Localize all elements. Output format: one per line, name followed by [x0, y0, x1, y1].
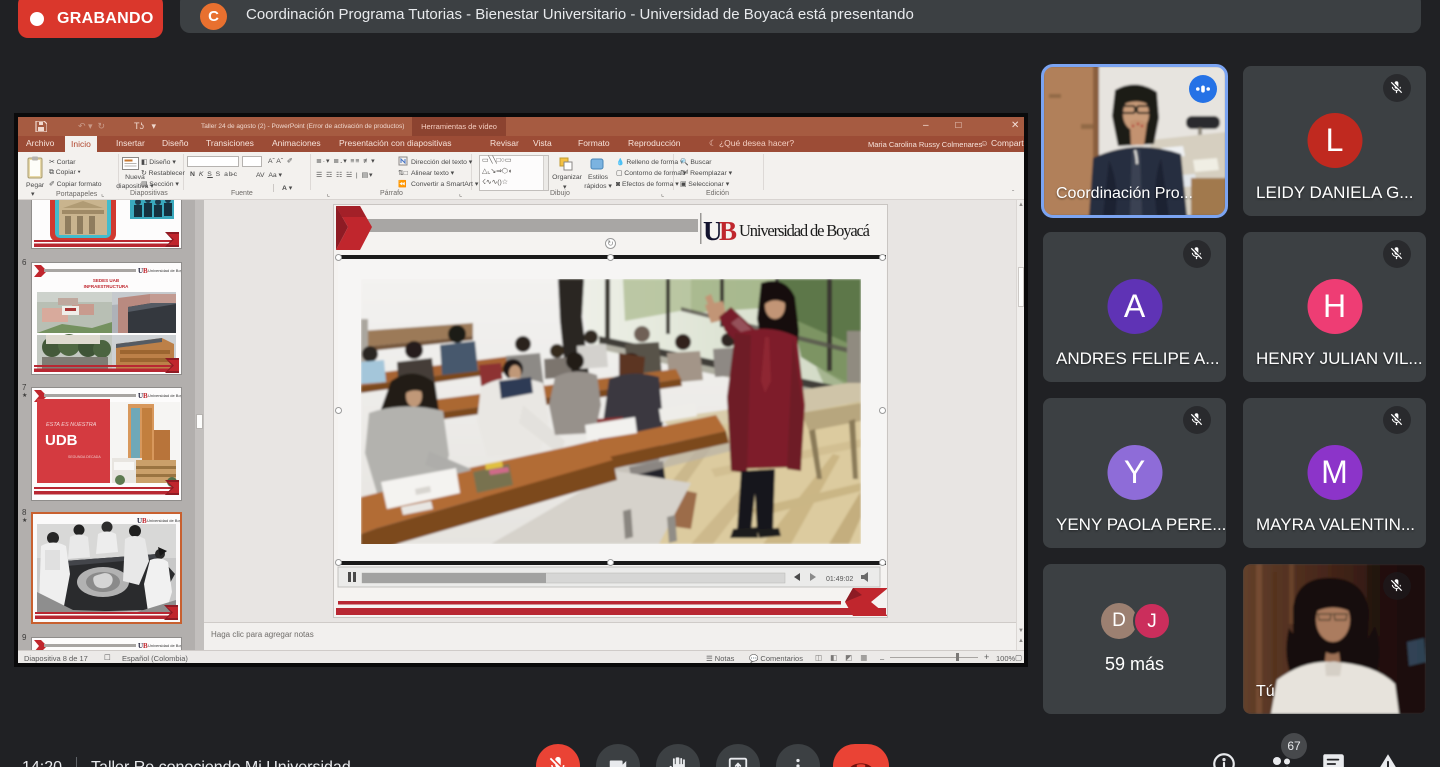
svg-text:UDB: UDB	[45, 432, 78, 449]
svg-text:SEGUNDA DECADA: SEGUNDA DECADA	[68, 455, 101, 459]
svg-text:Universidad de Boyacá: Universidad de Boyacá	[148, 643, 181, 648]
svg-text:SEDES UAB: SEDES UAB	[93, 278, 120, 283]
svg-text:Universidad de Boyacá: Universidad de Boyacá	[739, 221, 871, 240]
svg-text:01:49:02: 01:49:02	[826, 576, 853, 583]
svg-text:Universidad de Boyacá: Universidad de Boyacá	[147, 518, 180, 523]
svg-text:Universidad de Boyacá: Universidad de Boyacá	[148, 393, 181, 398]
svg-text:B: B	[719, 216, 737, 246]
svg-text:ESTA ES NUESTRA: ESTA ES NUESTRA	[46, 422, 97, 428]
svg-text:Universidad de Boyacá: Universidad de Boyacá	[148, 268, 181, 273]
svg-text:INFRAESTRUCTURA: INFRAESTRUCTURA	[84, 284, 129, 289]
